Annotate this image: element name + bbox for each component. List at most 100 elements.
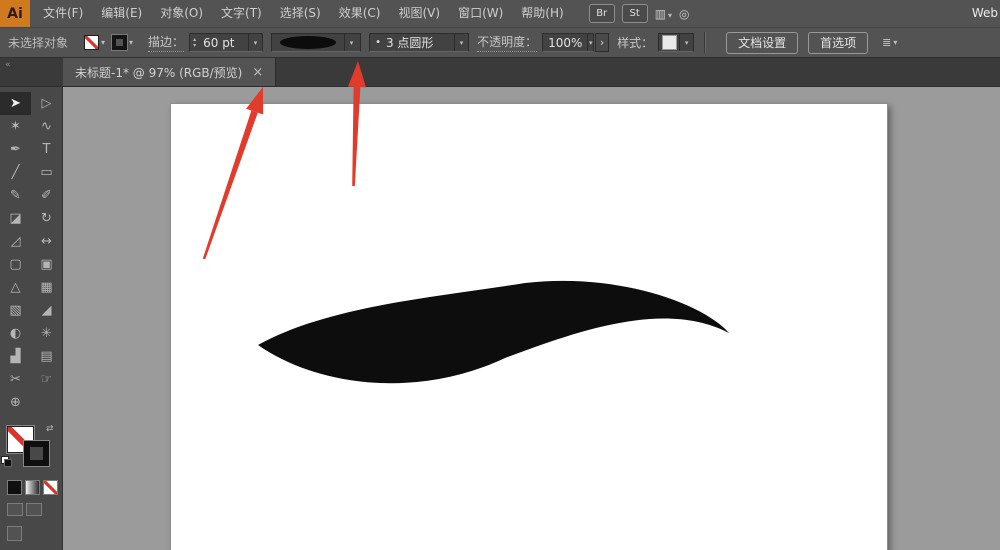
- width-profile-dropdown[interactable]: ▾: [271, 33, 361, 52]
- default-fill-stroke-icon[interactable]: [1, 456, 11, 466]
- menu-item[interactable]: 文件(F): [34, 0, 92, 27]
- none-button[interactable]: [43, 480, 58, 495]
- none-slash-icon: [44, 481, 57, 494]
- workspace-icon: ▥: [655, 7, 666, 21]
- chevron-down-icon[interactable]: ▾: [679, 34, 693, 51]
- document-setup-button[interactable]: 文档设置: [726, 32, 798, 54]
- toolbar-dock-header[interactable]: «: [0, 58, 63, 86]
- magic-wand-tool[interactable]: ✶: [0, 115, 31, 138]
- tool-icon: ▤: [40, 349, 52, 364]
- gradient-button[interactable]: [25, 480, 40, 495]
- type-tool[interactable]: T: [31, 138, 62, 161]
- hand-tool[interactable]: ☞: [31, 368, 62, 391]
- menu-item[interactable]: 对象(O): [151, 0, 212, 27]
- tool-icon: ▧: [9, 303, 21, 318]
- stock-icon[interactable]: St: [622, 4, 648, 23]
- menu-item[interactable]: 窗口(W): [449, 0, 512, 27]
- tool-icon: ▦: [40, 280, 52, 295]
- draw-behind-button[interactable]: [26, 503, 42, 516]
- width-tool[interactable]: ↔: [31, 230, 62, 253]
- menu-bar: Ai 文件(F) 编辑(E) 对象(O) 文字(T) 选择(S) 效果(C) 视…: [0, 0, 1000, 28]
- eraser-tool[interactable]: ◪: [0, 207, 31, 230]
- menu-item[interactable]: 帮助(H): [512, 0, 572, 27]
- workspace-name[interactable]: Web: [972, 0, 998, 27]
- fill-color-dropdown[interactable]: ▾: [84, 35, 105, 50]
- line-segment-tool[interactable]: ╱: [0, 161, 31, 184]
- collapse-panel-icon: «: [5, 60, 11, 70]
- mesh-tool[interactable]: ▦: [31, 276, 62, 299]
- shape-builder-tool[interactable]: ▣: [31, 253, 62, 276]
- stroke-swatch[interactable]: [24, 441, 49, 466]
- zoom-tool[interactable]: ⊕: [0, 391, 31, 414]
- tool-icon: ⊕: [10, 395, 21, 410]
- perspective-grid-tool[interactable]: △: [0, 276, 31, 299]
- scale-tool[interactable]: ◿: [0, 230, 31, 253]
- workspace-switcher[interactable]: ▥▾: [655, 7, 672, 21]
- slice-tool[interactable]: ✂: [0, 368, 31, 391]
- free-transform-tool[interactable]: ▢: [0, 253, 31, 276]
- bridge-icon[interactable]: Br: [589, 4, 615, 23]
- app-logo: Ai: [0, 0, 30, 27]
- tool-icon: ➤: [10, 96, 21, 111]
- chevron-down-icon: ▾: [668, 11, 672, 20]
- panel-menu-icon: ≣: [882, 36, 891, 49]
- eyedropper-tool[interactable]: ◢: [31, 299, 62, 322]
- blend-tool[interactable]: ◐: [0, 322, 31, 345]
- screen-mode-row: [0, 516, 62, 541]
- stroke-weight-dropdown[interactable]: ▾: [248, 34, 262, 51]
- illustrator-window: Ai 文件(F) 编辑(E) 对象(O) 文字(T) 选择(S) 效果(C) 视…: [0, 0, 1000, 550]
- cs-live-icon[interactable]: ◎: [679, 7, 689, 21]
- gradient-tool[interactable]: ▧: [0, 299, 31, 322]
- pencil-tool[interactable]: ✐: [31, 184, 62, 207]
- chevron-down-icon[interactable]: ▾: [454, 34, 468, 51]
- color-button[interactable]: [7, 480, 22, 495]
- control-panel-menu[interactable]: ≣ ▾: [882, 36, 897, 49]
- chevron-down-icon[interactable]: ▾: [587, 34, 593, 51]
- chevron-down-icon: ▾: [101, 38, 105, 47]
- document-tab-title: 未标题-1* @ 97% (RGB/预览): [75, 64, 242, 81]
- style-swatch-icon: [662, 35, 677, 50]
- selection-tool[interactable]: ➤: [0, 92, 31, 115]
- stroke-weight-field[interactable]: ▴ ▾ 60 pt ▾: [189, 33, 263, 52]
- opacity-field[interactable]: 100% ▾: [542, 33, 594, 52]
- none-slash-icon: [85, 36, 98, 49]
- stroke-weight-stepper[interactable]: ▴ ▾: [190, 37, 199, 49]
- opacity-more-button[interactable]: ›: [595, 33, 609, 52]
- brush-definition-dropdown[interactable]: • 3 点圆形 ▾: [369, 33, 469, 52]
- tool-icon: ↻: [41, 211, 52, 226]
- direct-selection-tool[interactable]: ▷: [31, 92, 62, 115]
- stroke-color-dropdown[interactable]: ▾: [112, 35, 133, 50]
- tools-grid: ➤ ▷ ✶ ∿ ✒ T: [0, 87, 62, 414]
- style-dropdown[interactable]: ▾: [658, 33, 694, 52]
- paintbrush-tool[interactable]: ✎: [0, 184, 31, 207]
- chevron-down-icon[interactable]: ▾: [344, 34, 358, 51]
- opacity-panel-link[interactable]: 不透明度：: [477, 33, 537, 52]
- menu-item[interactable]: 编辑(E): [92, 0, 151, 27]
- screen-mode-button[interactable]: [7, 526, 22, 541]
- tool-icon: ◿: [11, 234, 21, 249]
- stepper-down-icon: ▾: [193, 43, 196, 49]
- menu-item[interactable]: 效果(C): [330, 0, 390, 27]
- menu-item[interactable]: 选择(S): [271, 0, 330, 27]
- chevron-down-icon: ▾: [254, 39, 258, 47]
- chevron-down-icon: ▾: [129, 38, 133, 47]
- symbol-sprayer-tool[interactable]: ✳: [31, 322, 62, 345]
- stroke-panel-link[interactable]: 描边：: [148, 33, 184, 52]
- menu-item[interactable]: 视图(V): [389, 0, 449, 27]
- tool-icon: ◪: [9, 211, 21, 226]
- close-icon[interactable]: ×: [252, 65, 263, 80]
- swap-fill-stroke-icon[interactable]: ⇄: [46, 424, 54, 434]
- lasso-tool[interactable]: ∿: [31, 115, 62, 138]
- document-tab[interactable]: 未标题-1* @ 97% (RGB/预览) ×: [63, 58, 276, 86]
- fill-none-swatch: [84, 35, 99, 50]
- artboard-tool[interactable]: ▤: [31, 345, 62, 368]
- pen-tool[interactable]: ✒: [0, 138, 31, 161]
- menu-item[interactable]: 文字(T): [212, 0, 271, 27]
- preferences-button[interactable]: 首选项: [808, 32, 868, 54]
- draw-normal-button[interactable]: [7, 503, 23, 516]
- rotate-tool[interactable]: ↻: [31, 207, 62, 230]
- column-graph-tool[interactable]: ▟: [0, 345, 31, 368]
- default-stroke-icon: [4, 459, 12, 467]
- rectangle-tool[interactable]: ▭: [31, 161, 62, 184]
- tool-icon: ▣: [40, 257, 52, 272]
